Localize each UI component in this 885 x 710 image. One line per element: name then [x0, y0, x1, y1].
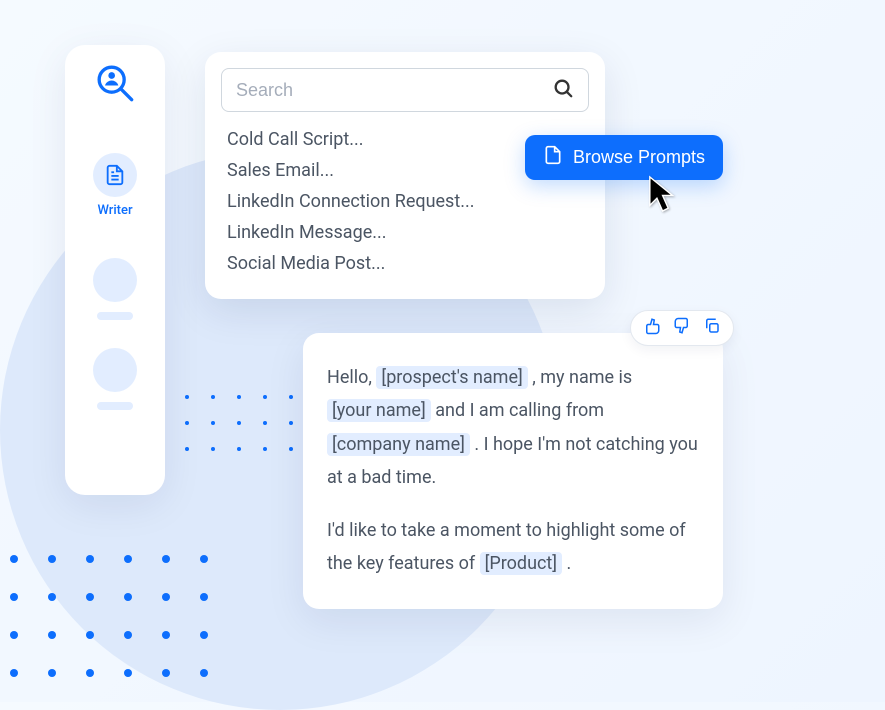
- sidebar-item-placeholder: [93, 258, 137, 320]
- browse-prompts-label: Browse Prompts: [573, 147, 705, 168]
- prompt-item[interactable]: LinkedIn Message...: [221, 217, 589, 248]
- decorative-dots-small: [185, 395, 293, 451]
- token-prospect-name[interactable]: [prospect's name]: [376, 366, 527, 389]
- thumbs-up-icon[interactable]: [673, 317, 691, 339]
- copy-icon[interactable]: [703, 317, 721, 339]
- thumbs-down-icon[interactable]: [643, 317, 661, 339]
- document-icon: [93, 153, 137, 197]
- prompt-item[interactable]: Social Media Post...: [221, 248, 589, 279]
- search-person-logo-icon: [95, 63, 135, 103]
- search-input[interactable]: [236, 80, 552, 101]
- sidebar-item-label: Writer: [97, 203, 132, 218]
- token-your-name[interactable]: [your name]: [327, 399, 431, 422]
- sidebar: Writer: [65, 45, 165, 495]
- output-paragraph: Hello, [prospect's name] , my name is [y…: [327, 361, 699, 494]
- output-paragraph: I'd like to take a moment to highlight s…: [327, 514, 699, 581]
- output-card: Hello, [prospect's name] , my name is [y…: [303, 333, 723, 609]
- cursor-pointer-icon: [647, 174, 681, 218]
- sidebar-item-placeholder: [93, 348, 137, 410]
- decorative-dots: [10, 555, 208, 677]
- token-product[interactable]: [Product]: [480, 552, 562, 575]
- feedback-toolbar: [630, 310, 734, 346]
- token-company-name[interactable]: [company name]: [327, 433, 470, 456]
- search-icon: [552, 77, 574, 103]
- file-icon: [543, 145, 563, 170]
- prompt-item[interactable]: LinkedIn Connection Request...: [221, 186, 589, 217]
- browse-prompts-button[interactable]: Browse Prompts: [525, 135, 723, 180]
- sidebar-item-writer[interactable]: Writer: [93, 153, 137, 218]
- search-box[interactable]: [221, 68, 589, 112]
